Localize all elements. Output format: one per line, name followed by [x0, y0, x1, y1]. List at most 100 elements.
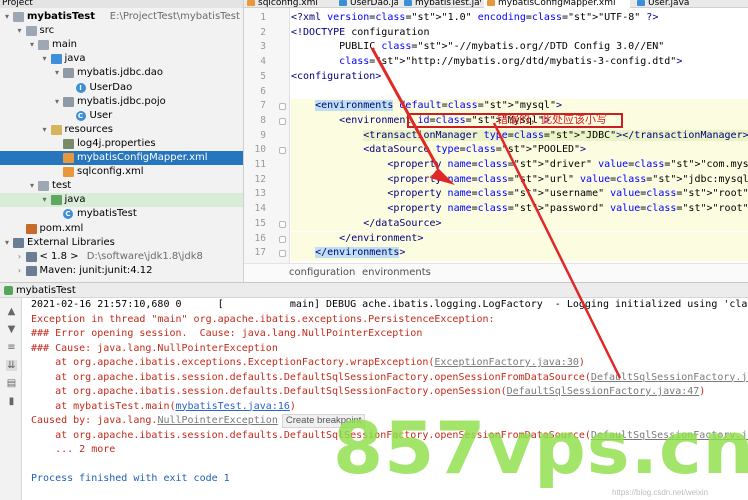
tree-item-sqlconfig-xml[interactable]: sqlconfig.xml	[0, 165, 243, 179]
stacktrace-link[interactable]: mybatisTest.java:16	[176, 401, 290, 412]
console-line: Exception in thread "main" org.apache.ib…	[31, 313, 495, 328]
tree-item-label: External Libraries	[27, 236, 115, 248]
tree-item-java[interactable]: ▾ java	[0, 193, 243, 208]
tree-item-user[interactable]: C User	[0, 109, 243, 123]
console-text: 2021-02-16 21:57:10,680 0 [ main] DEBUG …	[31, 299, 748, 310]
console-text: at org.apache.ibatis.session.defaults.De…	[31, 371, 591, 383]
tree-item-java[interactable]: ▾ java	[0, 52, 243, 66]
file-icon	[487, 0, 495, 6]
console-line: Process finished with exit code 1	[31, 472, 230, 487]
tree-item--1-8-[interactable]: › < 1.8 > D:\software\jdk1.8\jdk8	[0, 250, 243, 264]
fold-marker-icon[interactable]	[279, 117, 286, 125]
expand-arrow-icon[interactable]: ▾	[40, 193, 50, 207]
console-text: ### Cause: java.lang.NullPointerExceptio…	[31, 342, 278, 354]
editor-panel: sqlconfig.xml UserDao.java mybatisTest.jav…	[244, 0, 748, 282]
expand-arrow-icon[interactable]: ▾	[52, 95, 62, 109]
code-area[interactable]: <?xml version=class="st">"1.0" encoding=…	[291, 8, 748, 263]
expand-arrow-icon[interactable]: ▾	[27, 38, 37, 52]
console-line: at org.apache.ibatis.session.defaults.De…	[31, 385, 705, 400]
tree-item-resources[interactable]: ▾ resources	[0, 123, 243, 137]
tree-item-label: User	[89, 109, 113, 121]
xml-file-icon	[63, 167, 74, 178]
expand-arrow-icon[interactable]: ▾	[2, 236, 12, 250]
expand-arrow-icon[interactable]: ›	[15, 250, 25, 264]
code-line: <property name=class="st">"password" val…	[291, 202, 748, 217]
fold-marker-icon[interactable]	[279, 103, 286, 111]
tree-item-pom-xml[interactable]: pom.xml	[0, 222, 243, 236]
tree-item-external-libraries[interactable]: ▾ External Libraries	[0, 236, 243, 250]
soft-wrap-icon[interactable]: ≡	[6, 342, 17, 353]
line-number: 14	[254, 203, 266, 215]
code-line: class="st">"http://mybatis.org/dtd/mybat…	[339, 56, 683, 68]
fold-marker-icon[interactable]	[279, 147, 286, 155]
fold-marker-icon[interactable]	[279, 220, 286, 228]
fold-marker-icon[interactable]	[279, 250, 286, 258]
print-icon[interactable]: ▤	[6, 378, 17, 389]
scroll-to-end-icon[interactable]: ⇊	[6, 360, 17, 371]
console-text: Exception in thread "main" org.apache.ib…	[31, 313, 495, 325]
tab-user-java[interactable]: User.java	[634, 0, 704, 8]
tree-item-main[interactable]: ▾ main	[0, 38, 243, 52]
run-tab-label: mybatisTest	[16, 285, 76, 296]
properties-file-icon	[63, 138, 74, 149]
expand-arrow-icon[interactable]: ▾	[27, 179, 37, 193]
tree-item-label: mybatisConfigMapper.xml	[77, 152, 208, 163]
stacktrace-link[interactable]: NullPointerException	[157, 415, 277, 426]
console-text-tail: )	[289, 400, 296, 412]
stacktrace-link[interactable]: DefaultSqlSessionFactory.java:47	[507, 386, 700, 397]
tree-item-log4j-properties[interactable]: log4j.properties	[0, 137, 243, 151]
tab-userdao-java[interactable]: UserDao.java	[336, 0, 398, 8]
console-text: ... 2 more	[31, 444, 116, 455]
editor-tabs: sqlconfig.xml UserDao.java mybatisTest.jav…	[244, 0, 748, 8]
run-tab-mybatistest[interactable]: mybatisTest	[2, 283, 76, 298]
library-icon	[13, 237, 24, 248]
scroll-up-icon[interactable]: ▲	[6, 306, 17, 317]
breadcrumb-item-configuration[interactable]: configuration	[289, 264, 355, 282]
scroll-down-icon[interactable]: ▼	[6, 324, 17, 335]
line-number: 2	[260, 26, 266, 38]
tree-item-mybatis-jdbc-pojo[interactable]: ▾ mybatis.jdbc.pojo	[0, 95, 243, 109]
tree-item-maven-junit-junit-4-12[interactable]: › Maven: junit:junit:4.12	[0, 264, 243, 278]
tree-item-label: log4j.properties	[77, 137, 156, 149]
code-line: <?xml version=class="st">"1.0" encoding=…	[291, 12, 659, 23]
tree-item-mybatistest[interactable]: CmybatisTest	[0, 207, 243, 221]
clear-all-icon[interactable]: ▮	[6, 396, 17, 407]
file-icon	[247, 0, 255, 6]
tree-item-mybatisconfigmapper-xml[interactable]: mybatisConfigMapper.xml	[0, 151, 243, 165]
tree-item-test[interactable]: ▾ test	[0, 179, 243, 193]
expand-arrow-icon[interactable]: ▾	[40, 123, 50, 137]
expand-arrow-icon[interactable]: ▾	[52, 66, 62, 80]
expand-arrow-icon[interactable]: ▾	[2, 10, 12, 24]
tree-item-userdao[interactable]: I UserDao	[0, 81, 243, 95]
tree-item-label: main	[52, 39, 77, 51]
tab-label: User.java	[648, 0, 690, 8]
breadcrumb-item-environments[interactable]: environments	[362, 264, 431, 282]
tree-item-mybatis-jdbc-dao[interactable]: ▾ mybatis.jdbc.dao	[0, 66, 243, 80]
line-number: 1	[260, 12, 266, 23]
stacktrace-link[interactable]: DefaultSqlSessionFactory.java:100	[591, 372, 748, 383]
line-number: 8	[260, 114, 266, 126]
fold-marker-icon[interactable]	[279, 235, 286, 243]
run-toolbar: ▲ ▼ ≡ ⇊ ▤ ▮	[0, 298, 22, 500]
console-line: at mybatisTest.main(mybatisTest.java:16)	[31, 400, 296, 415]
line-number: 15	[254, 217, 266, 229]
library-icon	[25, 265, 37, 276]
tab-sqlconfig-xml[interactable]: sqlconfig.xml	[244, 0, 328, 8]
tree-item-src[interactable]: ▾ src	[0, 24, 243, 38]
console-text: ### Error opening session. Cause: java.l…	[31, 328, 423, 339]
expand-arrow-icon[interactable]: ›	[15, 264, 25, 278]
line-number: 9	[260, 129, 266, 141]
project-panel-header[interactable]: Project	[0, 0, 243, 8]
tree-item-path: D:\software\jdk1.8\jdk8	[86, 250, 203, 262]
tab-mybatisconfigmapper-xml[interactable]: mybatisConfigMapper.xml	[484, 0, 630, 8]
console-text: at mybatisTest.main(	[31, 400, 176, 412]
expand-arrow-icon[interactable]: ▾	[40, 52, 50, 66]
code-line: <!DOCTYPE configuration	[291, 26, 430, 38]
expand-arrow-icon[interactable]: ▾	[15, 24, 25, 38]
tree-item-label: mybatisTest	[77, 208, 137, 220]
tree-item-mybatistest[interactable]: ▾ mybatisTest E:\ProjectTest\mybatisTest	[0, 10, 243, 24]
code-line: <transactionManager type=class="st">"JDB…	[291, 128, 748, 144]
source-folder-icon	[50, 54, 62, 65]
tab-mybatistest-java[interactable]: mybatisTest.java	[401, 0, 481, 8]
stacktrace-link[interactable]: ExceptionFactory.java:30	[434, 357, 579, 368]
